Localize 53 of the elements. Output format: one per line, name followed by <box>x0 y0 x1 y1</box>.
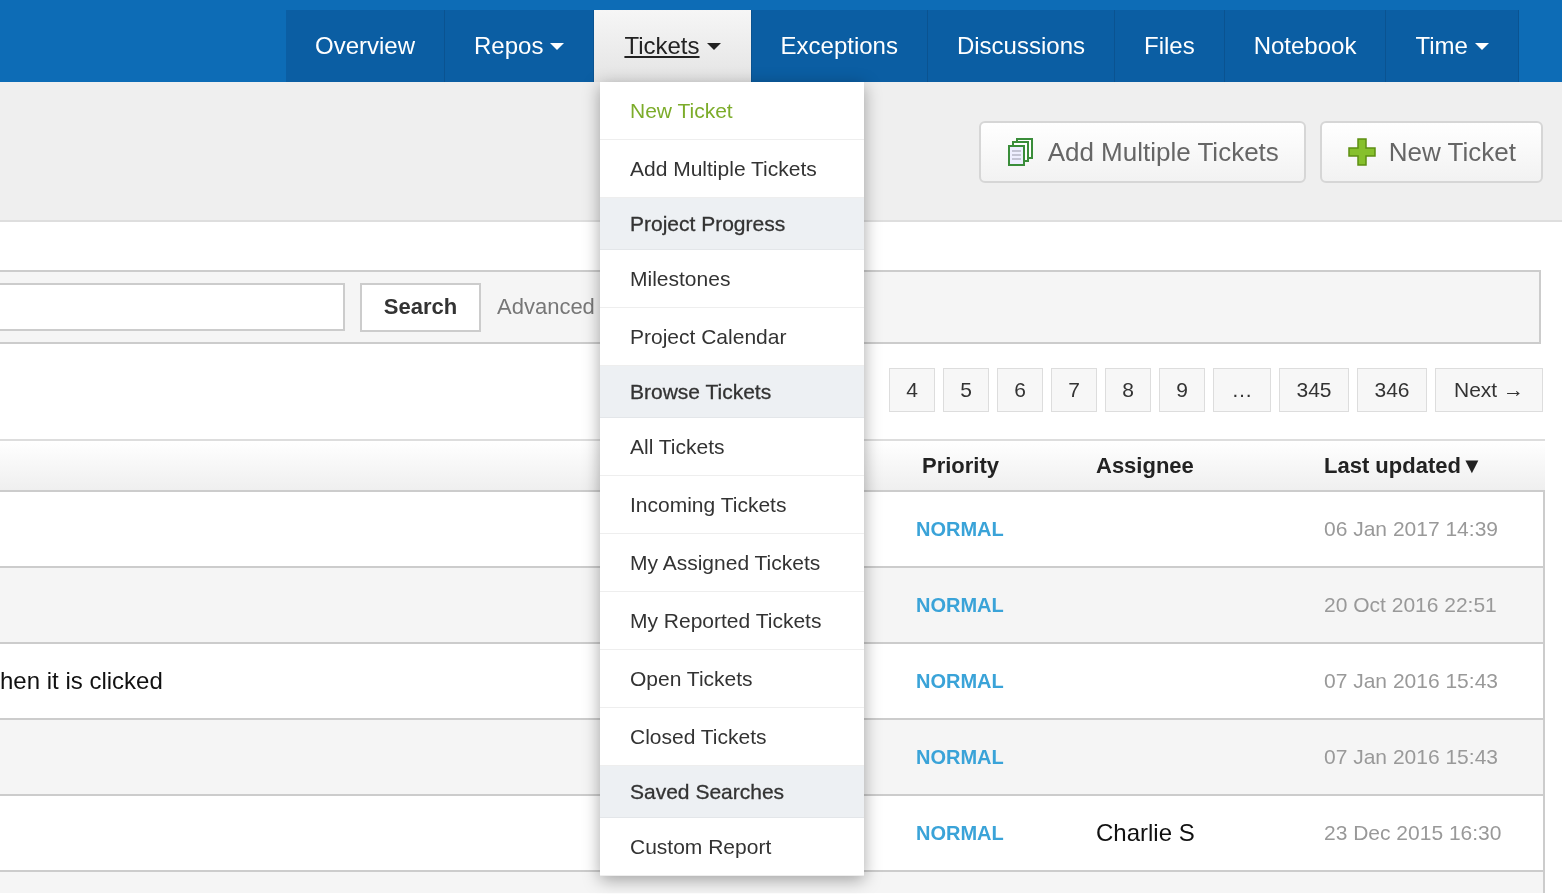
search-field[interactable] <box>0 283 345 331</box>
updated-date: 23 Dec 2015 16:30 <box>1324 821 1502 844</box>
caret-icon <box>706 42 721 50</box>
toolbar-button[interactable]: Add Multiple Tickets <box>978 121 1306 183</box>
assignee-name: Charlie S <box>1096 819 1195 846</box>
priority-label: NORMAL <box>916 821 1004 844</box>
menu-item[interactable]: Open Tickets <box>600 650 864 708</box>
nav-tab[interactable]: Repos <box>445 10 595 82</box>
page-link[interactable]: 6 <box>997 368 1043 412</box>
menu-item[interactable]: My Reported Tickets <box>600 592 864 650</box>
search-button[interactable]: Search <box>360 282 481 332</box>
advanced-link[interactable]: Advanced <box>497 294 595 320</box>
nav-tab[interactable]: Overview <box>286 10 446 82</box>
caret-icon <box>550 42 565 50</box>
page-link[interactable]: 4 <box>889 368 935 412</box>
page-link[interactable]: 346 <box>1357 368 1427 412</box>
menu-item[interactable]: All Tickets <box>600 418 864 476</box>
menu-section-header: Saved Searches <box>600 766 864 818</box>
ticket-summary: hen it is clicked <box>0 667 163 694</box>
page-link[interactable]: 345 <box>1279 368 1349 412</box>
updated-date: 07 Jan 2016 15:43 <box>1324 669 1498 692</box>
pages-icon <box>1005 137 1036 167</box>
column-header[interactable]: Assignee <box>1096 452 1194 478</box>
nav-tab[interactable]: Files <box>1115 10 1225 82</box>
updated-date: 07 Jan 2016 15:43 <box>1324 745 1498 768</box>
menu-item[interactable]: Incoming Tickets <box>600 476 864 534</box>
updated-date: 20 Oct 2016 22:51 <box>1324 593 1497 616</box>
menu-item[interactable]: My Assigned Tickets <box>600 534 864 592</box>
priority-label: NORMAL <box>916 669 1004 692</box>
priority-label: NORMAL <box>916 517 1004 540</box>
nav-tab[interactable]: Tickets <box>594 10 752 82</box>
column-header[interactable]: Priority <box>922 452 1000 478</box>
menu-section-header: Project Progress <box>600 198 864 250</box>
nav-tab[interactable]: Time <box>1386 10 1519 82</box>
priority-label: NORMAL <box>916 745 1004 768</box>
menu-item[interactable]: Milestones <box>600 250 864 308</box>
caret-icon <box>1474 42 1489 50</box>
menu-section-header: Browse Tickets <box>600 366 864 418</box>
nav-tab[interactable]: Exceptions <box>751 10 928 82</box>
plus-icon <box>1346 137 1377 167</box>
toolbar-button[interactable]: New Ticket <box>1319 121 1543 183</box>
menu-item[interactable]: Custom Report <box>600 818 864 876</box>
column-header[interactable]: Last updated▼ <box>1324 452 1483 478</box>
page-link[interactable]: 9 <box>1159 368 1205 412</box>
page-link[interactable]: … <box>1213 368 1271 412</box>
updated-date: 06 Jan 2017 14:39 <box>1324 517 1498 540</box>
nav-tab[interactable]: Discussions <box>927 10 1115 82</box>
priority-label: NORMAL <box>916 593 1004 616</box>
nav-tab[interactable]: Notebook <box>1224 10 1387 82</box>
page-link[interactable]: 8 <box>1105 368 1151 412</box>
page-link[interactable]: 7 <box>1051 368 1097 412</box>
page-link[interactable]: 5 <box>943 368 989 412</box>
next-link[interactable]: Next → <box>1435 368 1543 412</box>
